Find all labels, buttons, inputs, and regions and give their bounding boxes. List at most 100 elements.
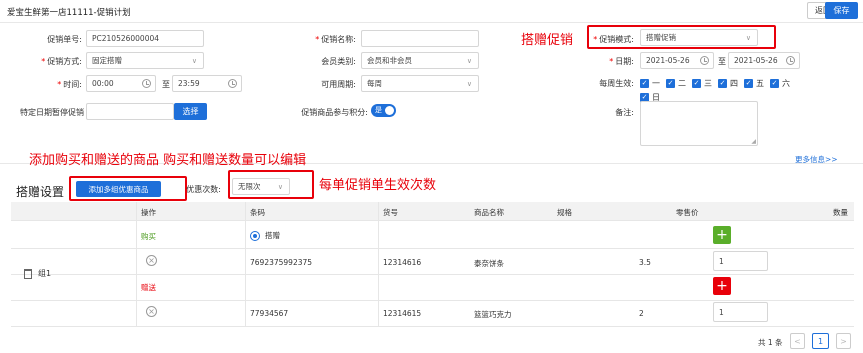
- remark-textarea[interactable]: ◢: [640, 101, 758, 146]
- cycle-value: 每周: [367, 79, 382, 88]
- page-1-button[interactable]: 1: [812, 333, 829, 349]
- group-name: 组1: [38, 269, 52, 278]
- col-divider: [378, 202, 379, 326]
- date-start-value: 2021-05-26: [646, 56, 690, 65]
- remove-circle-icon[interactable]: ×: [146, 306, 157, 317]
- col-name: 商品名称: [474, 208, 504, 217]
- checkbox-checked-icon: ✓: [692, 79, 701, 88]
- gift-label: 赠送: [141, 283, 156, 292]
- buy-label: 购买: [141, 232, 156, 241]
- weekday-fri[interactable]: ✓ 五: [744, 77, 764, 90]
- time-label-text: 时间:: [63, 80, 82, 89]
- checkbox-checked-icon: ✓: [744, 79, 753, 88]
- promo-no-field[interactable]: PC210526000004: [86, 30, 204, 47]
- promo-mode-select[interactable]: 搭赠促销 ∨: [640, 29, 758, 46]
- time-start-field[interactable]: 00:00: [86, 75, 156, 92]
- points-toggle-label: 是: [375, 106, 382, 114]
- time-start-value: 00:00: [92, 79, 114, 88]
- checkbox-checked-icon: ✓: [770, 79, 779, 88]
- radio-selected-icon: [250, 230, 260, 241]
- col-action: 操作: [141, 208, 156, 217]
- weekday-mon[interactable]: ✓ 一: [640, 77, 660, 90]
- sku-cell: 12314615: [383, 309, 422, 318]
- add-group-button[interactable]: 添加多组优惠商品: [76, 181, 161, 197]
- weekday-label: 二: [678, 79, 686, 88]
- row-divider: [11, 326, 854, 327]
- product-name-cell: 泰奈饼条: [474, 259, 504, 268]
- points-label: 促销商品参与积分:: [301, 108, 368, 117]
- group-cell: 组1: [24, 268, 51, 279]
- remove-circle-icon[interactable]: ×: [146, 255, 157, 266]
- row-divider: [11, 248, 854, 249]
- row-divider: [11, 274, 854, 275]
- prev-page-button[interactable]: <: [790, 333, 805, 349]
- promo-method-label-text: 促销方式:: [47, 57, 82, 66]
- promo-no-label: 促销单号:: [47, 35, 82, 44]
- date-start-field[interactable]: 2021-05-26: [640, 52, 714, 69]
- save-button[interactable]: 保存: [825, 2, 858, 19]
- time-end-value: 23:59: [178, 79, 200, 88]
- checkbox-checked-icon: ✓: [666, 79, 675, 88]
- promo-method-label: * 促销方式:: [41, 57, 82, 66]
- col-barcode: 条码: [250, 208, 265, 217]
- weekday-label: 四: [730, 79, 738, 88]
- promo-method-select[interactable]: 固定搭赠 ∨: [86, 52, 204, 69]
- promo-mode-label-text: 促销模式:: [599, 35, 634, 44]
- date-end-field[interactable]: 2021-05-26: [728, 52, 800, 69]
- weekday-wed[interactable]: ✓ 三: [692, 77, 712, 90]
- annotation-mode: 搭赠促销: [521, 33, 574, 48]
- col-sku: 货号: [383, 208, 398, 217]
- chevron-down-icon: ∨: [466, 57, 472, 65]
- calendar-icon: [786, 56, 795, 65]
- date-label-text: 日期:: [615, 57, 634, 66]
- weekly-label: 每周生效:: [599, 79, 634, 88]
- cycle-label: 可用周期:: [321, 80, 356, 89]
- pause-date-field[interactable]: [86, 103, 174, 120]
- chevron-down-icon: ∨: [277, 183, 283, 191]
- checkbox-checked-icon: ✓: [640, 79, 649, 88]
- barcode-cell: 7692375992375: [250, 258, 313, 267]
- promo-name-field[interactable]: [361, 30, 479, 47]
- time-label: * 时间:: [57, 80, 82, 89]
- weekday-label: 六: [782, 79, 790, 88]
- clock-icon: [228, 79, 237, 88]
- gift-type-radio[interactable]: 搭赠: [250, 230, 280, 241]
- add-gift-item-button[interactable]: +: [713, 277, 731, 295]
- chevron-down-icon: ∨: [745, 34, 751, 42]
- weekday-tue[interactable]: ✓ 二: [666, 77, 686, 90]
- weekday-label: 一: [652, 79, 660, 88]
- cycle-select[interactable]: 每周 ∨: [361, 75, 479, 92]
- promo-mode-label: * 促销模式:: [593, 35, 634, 44]
- add-buy-item-button[interactable]: +: [713, 226, 731, 244]
- weekday-thu[interactable]: ✓ 四: [718, 77, 738, 90]
- member-type-select[interactable]: 会员和非会员 ∨: [361, 52, 479, 69]
- promo-mode-value: 搭赠促销: [646, 33, 676, 42]
- col-divider: [136, 202, 137, 326]
- promo-name-label-text: 促销名称:: [321, 35, 356, 44]
- col-qty: 数量: [833, 208, 848, 217]
- weekday-label: 三: [704, 79, 712, 88]
- pagination-total: 共 1 条: [758, 338, 783, 347]
- col-divider: [245, 202, 246, 326]
- times-select[interactable]: 无限次 ∨: [232, 178, 290, 195]
- radio-label: 搭赠: [265, 231, 280, 240]
- weekday-sat[interactable]: ✓ 六: [770, 77, 790, 90]
- select-button[interactable]: 选择: [174, 103, 207, 120]
- time-end-field[interactable]: 23:59: [172, 75, 242, 92]
- qty-input[interactable]: 1: [713, 251, 768, 271]
- qty-input[interactable]: 1: [713, 302, 768, 322]
- remark-label: 备注:: [615, 108, 634, 117]
- header-divider: [0, 22, 863, 23]
- price-cell: 2: [639, 309, 644, 318]
- col-spec: 规格: [557, 208, 572, 217]
- checkbox-checked-icon: ✓: [718, 79, 727, 88]
- weekday-label: 五: [756, 79, 764, 88]
- promo-method-value: 固定搭赠: [92, 56, 122, 65]
- row-divider: [11, 300, 854, 301]
- trash-icon[interactable]: [24, 268, 32, 279]
- times-value: 无限次: [238, 182, 261, 191]
- resize-handle-icon: ◢: [751, 138, 756, 145]
- next-page-button[interactable]: >: [836, 333, 851, 349]
- points-toggle[interactable]: 是: [371, 104, 396, 117]
- time-to-label: 至: [162, 80, 170, 89]
